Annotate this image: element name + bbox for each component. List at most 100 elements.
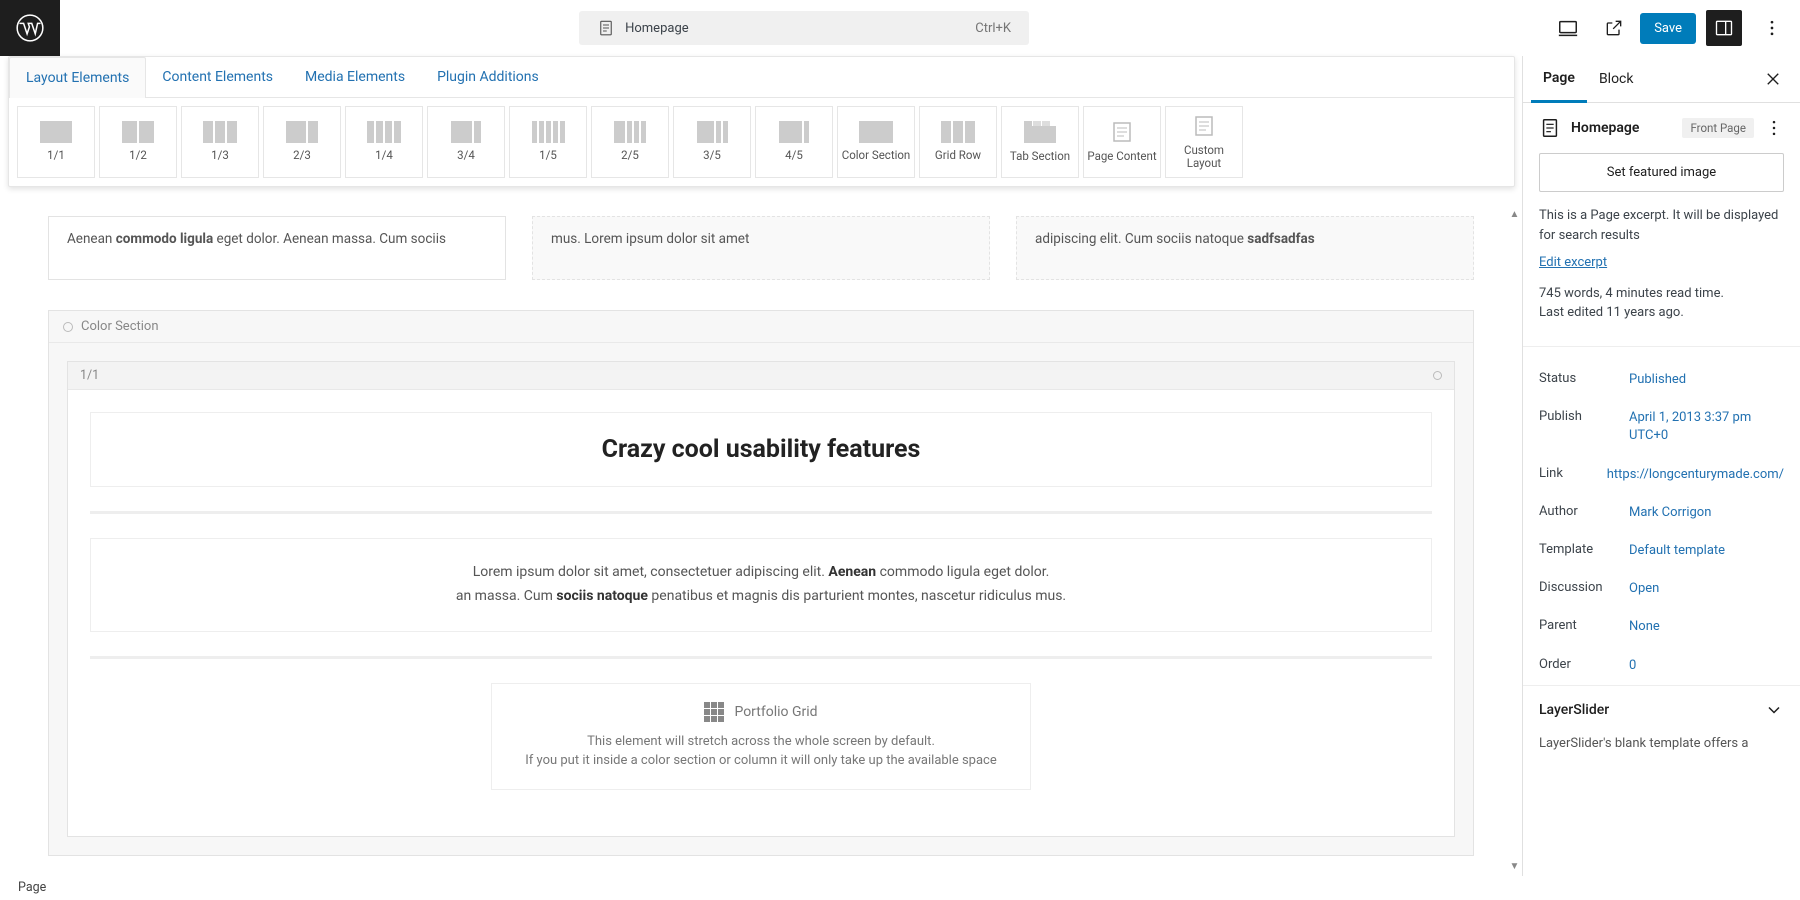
scroll-down-icon[interactable]: ▼ xyxy=(1510,857,1520,876)
layout-element-1-3[interactable]: 1/3 xyxy=(181,106,259,178)
layout-label: Tab Section xyxy=(1010,150,1070,163)
prop-value[interactable]: Open xyxy=(1629,580,1784,598)
layout-element-3-4[interactable]: 3/4 xyxy=(427,106,505,178)
page-icon xyxy=(1539,117,1561,139)
view-desktop-button[interactable] xyxy=(1548,8,1588,48)
page-icon xyxy=(597,19,615,37)
prop-key: Author xyxy=(1539,504,1629,522)
layout-elements-panel: Layout Elements Content Elements Media E… xyxy=(8,56,1515,187)
layout-element-1-1[interactable]: 1/1 xyxy=(17,106,95,178)
breadcrumb[interactable]: Page xyxy=(18,880,46,895)
document-title: Homepage xyxy=(625,21,689,36)
page-actions-button[interactable] xyxy=(1764,118,1784,138)
prop-order: Order0 xyxy=(1539,647,1784,685)
prop-key: Template xyxy=(1539,542,1629,560)
prop-status: StatusPublished xyxy=(1539,361,1784,399)
wordpress-logo[interactable] xyxy=(0,0,60,56)
column-1-1[interactable]: 1/1 Crazy cool usability features Lorem … xyxy=(67,361,1455,837)
layout-element-4-5[interactable]: 4/5 xyxy=(755,106,833,178)
layout-element-1-4[interactable]: 1/4 xyxy=(345,106,423,178)
grid-icon xyxy=(704,702,724,722)
scroll-up-icon[interactable]: ▲ xyxy=(1510,205,1520,224)
prop-value[interactable]: https://longcenturymade.com/ xyxy=(1607,466,1784,484)
tab-block[interactable]: Block xyxy=(1587,57,1646,101)
layout-icon xyxy=(1023,120,1057,144)
element-tabs: Layout Elements Content Elements Media E… xyxy=(9,57,1514,98)
column-options-icon[interactable] xyxy=(1433,371,1442,380)
chevron-down-icon xyxy=(1764,700,1784,720)
more-menu-button[interactable] xyxy=(1752,8,1792,48)
last-edited: Last edited 11 years ago. xyxy=(1523,303,1800,332)
layout-element-2-3[interactable]: 2/3 xyxy=(263,106,341,178)
more-vertical-icon xyxy=(1762,18,1782,38)
layout-label: 1/3 xyxy=(211,149,229,162)
tab-plugin-additions[interactable]: Plugin Additions xyxy=(421,57,555,97)
tab-media-elements[interactable]: Media Elements xyxy=(289,57,421,97)
prop-discussion: DiscussionOpen xyxy=(1539,570,1784,608)
prop-key: Publish xyxy=(1539,409,1629,445)
portfolio-grid-element[interactable]: Portfolio Grid This element will stretch… xyxy=(491,683,1031,790)
layout-label: Page Content xyxy=(1087,150,1156,163)
layout-element-color-section[interactable]: Color Section xyxy=(837,106,915,178)
layout-icon xyxy=(941,121,975,143)
close-sidebar-button[interactable] xyxy=(1754,60,1792,98)
wordpress-icon xyxy=(16,14,44,42)
save-button[interactable]: Save xyxy=(1640,13,1696,44)
prop-value[interactable]: None xyxy=(1629,618,1784,636)
layout-label: 2/3 xyxy=(293,149,311,162)
text-block[interactable]: Aenean commodo ligula eget dolor. Aenean… xyxy=(48,216,506,280)
layout-label: Color Section xyxy=(842,149,911,162)
layout-element-tab-section[interactable]: Tab Section xyxy=(1001,106,1079,178)
set-featured-image-button[interactable]: Set featured image xyxy=(1539,153,1784,192)
layout-icon xyxy=(779,121,809,143)
layout-label: 4/5 xyxy=(785,149,803,162)
prop-author: AuthorMark Corrigon xyxy=(1539,494,1784,532)
edit-excerpt-link[interactable]: Edit excerpt xyxy=(1539,255,1607,270)
layerslider-panel-toggle[interactable]: LayerSlider xyxy=(1523,685,1800,734)
prop-key: Link xyxy=(1539,466,1607,484)
heading-text: Crazy cool usability features xyxy=(113,435,1409,464)
document-switcher[interactable]: Homepage Ctrl+K xyxy=(579,11,1029,45)
divider xyxy=(90,511,1432,514)
prop-value[interactable]: Mark Corrigon xyxy=(1629,504,1784,522)
prop-key: Order xyxy=(1539,657,1629,675)
layout-icon xyxy=(614,121,646,143)
layout-element-3-5[interactable]: 3/5 xyxy=(673,106,751,178)
layout-icon xyxy=(286,121,318,143)
layout-element-1-2[interactable]: 1/2 xyxy=(99,106,177,178)
canvas-scrollbar[interactable]: ▲ ▼ xyxy=(1507,205,1522,876)
text-block[interactable]: adipiscing elit. Cum sociis natoque sadf… xyxy=(1016,216,1474,280)
layerslider-panel-body: LayerSlider's blank template offers a xyxy=(1523,734,1800,766)
toggle-sidebar-button[interactable] xyxy=(1706,10,1742,46)
layout-element-grid-row[interactable]: Grid Row xyxy=(919,106,997,178)
layout-label: Custom Layout xyxy=(1166,144,1242,170)
color-section[interactable]: Color Section 1/1 Crazy cool usability f… xyxy=(48,310,1474,856)
layout-element-custom-layout[interactable]: Custom Layout xyxy=(1165,106,1243,178)
heading-block[interactable]: Crazy cool usability features xyxy=(90,412,1432,487)
tab-page[interactable]: Page xyxy=(1531,56,1587,103)
excerpt-text: This is a Page excerpt. It will be displ… xyxy=(1523,206,1800,255)
layout-icon xyxy=(1191,114,1217,138)
prop-publish: PublishApril 1, 2013 3:37 pm UTC+0 xyxy=(1539,399,1784,455)
layout-icon xyxy=(1109,120,1135,144)
prop-value[interactable]: 0 xyxy=(1629,657,1784,675)
text-block[interactable]: Lorem ipsum dolor sit amet, consectetuer… xyxy=(90,538,1432,632)
prop-value[interactable]: Default template xyxy=(1629,542,1784,560)
layout-element-page-content[interactable]: Page Content xyxy=(1083,106,1161,178)
word-count: 745 words, 4 minutes read time. xyxy=(1523,284,1800,303)
layout-icon xyxy=(40,121,72,143)
tab-content-elements[interactable]: Content Elements xyxy=(146,57,289,97)
text-block[interactable]: mus. Lorem ipsum dolor sit amet xyxy=(532,216,990,280)
prop-value[interactable]: Published xyxy=(1629,371,1784,389)
section-header[interactable]: Color Section xyxy=(49,311,1473,343)
prop-value[interactable]: April 1, 2013 3:37 pm UTC+0 xyxy=(1629,409,1784,445)
external-link-icon xyxy=(1604,18,1624,38)
layout-label: 1/1 xyxy=(47,149,65,162)
layout-label: Grid Row xyxy=(935,149,981,162)
tab-layout-elements[interactable]: Layout Elements xyxy=(9,57,146,98)
open-external-button[interactable] xyxy=(1594,8,1634,48)
drag-handle-icon[interactable] xyxy=(63,322,73,332)
layout-element-1-5[interactable]: 1/5 xyxy=(509,106,587,178)
layout-label: 1/5 xyxy=(539,149,557,162)
layout-element-2-5[interactable]: 2/5 xyxy=(591,106,669,178)
